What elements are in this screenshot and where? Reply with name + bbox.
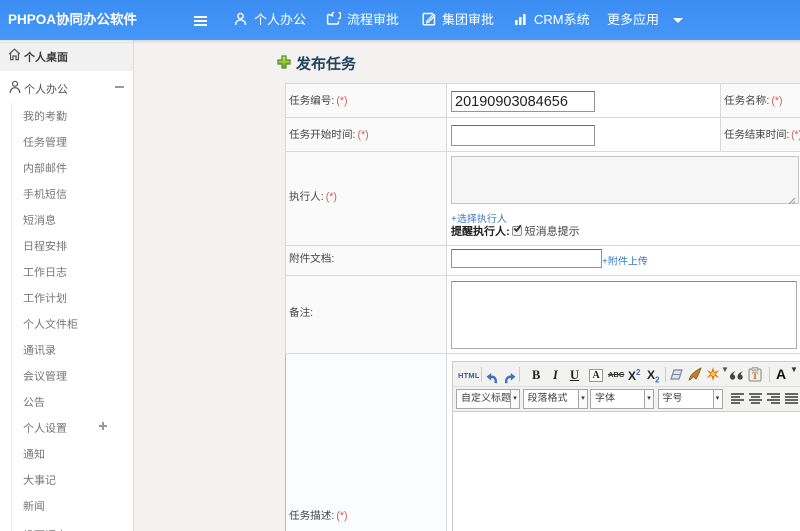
svg-text:T: T xyxy=(752,371,758,381)
